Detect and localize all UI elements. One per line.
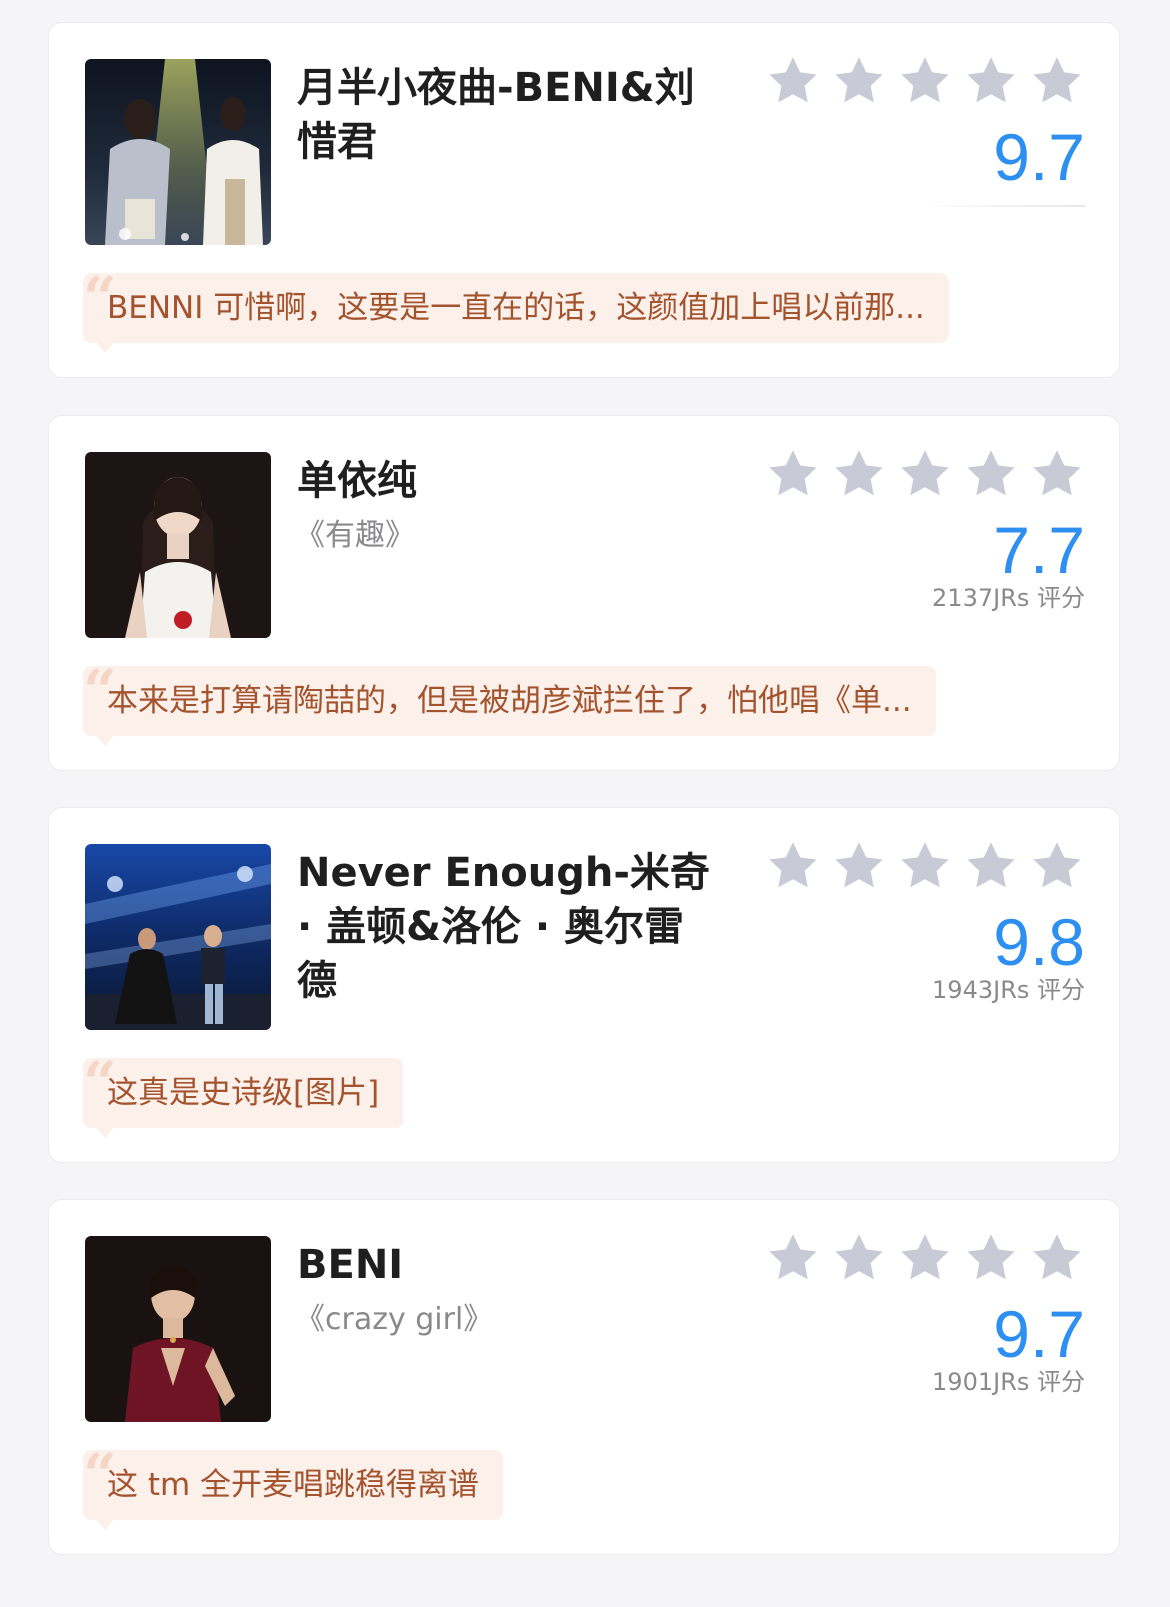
song-title: 《有趣》 [295, 518, 415, 553]
star-icon[interactable] [765, 838, 821, 894]
star-icon[interactable] [1029, 838, 1085, 894]
comment-tail [95, 341, 115, 353]
divider [915, 205, 1085, 207]
average-score: 9.7 [993, 120, 1085, 194]
comment-text: 这 tm 全开麦唱跳稳得离谱 [107, 1467, 480, 1503]
top-comment[interactable]: “ 这 tm 全开麦唱跳稳得离谱 [83, 1450, 504, 1520]
artist-name: 单依纯 [297, 458, 417, 504]
comment-text: BENNI 可惜啊，这要是一直在的话，这颜值加上唱以前那... [107, 290, 925, 326]
star-rating[interactable] [765, 446, 1085, 502]
star-icon[interactable] [831, 1230, 887, 1286]
average-score: 9.7 [993, 1297, 1085, 1371]
star-icon[interactable] [765, 446, 821, 502]
star-icon[interactable] [963, 53, 1019, 109]
rating-card[interactable]: 单依纯 《有趣》 7.7 2137JRs 评分 “ 本来是打算请陶喆的，但是被胡… [48, 415, 1120, 771]
performance-thumbnail[interactable] [85, 59, 271, 245]
rating-card[interactable]: BENI 《crazy girl》 9.7 1901JRs 评分 “ 这 tm … [48, 1199, 1120, 1555]
portrait-photo-icon [85, 1236, 271, 1422]
performance-thumbnail[interactable] [85, 452, 271, 638]
star-icon[interactable] [1029, 1230, 1085, 1286]
star-icon[interactable] [897, 1230, 953, 1286]
stage-photo-icon [85, 59, 271, 245]
rating-count: 1901JRs 评分 [932, 1368, 1085, 1396]
artist-name: BENI [297, 1242, 404, 1288]
star-icon[interactable] [897, 838, 953, 894]
top-comment[interactable]: “ 本来是打算请陶喆的，但是被胡彦斌拦住了，怕他唱《单... [83, 666, 936, 736]
song-title: 《crazy girl》 [295, 1302, 494, 1337]
star-icon[interactable] [897, 446, 953, 502]
comment-tail [95, 1518, 115, 1530]
rating-card[interactable]: Never Enough-米奇 · 盖顿&洛伦 · 奥尔雷德 9.8 1943J… [48, 807, 1120, 1163]
star-rating[interactable] [765, 838, 1085, 894]
star-icon[interactable] [963, 838, 1019, 894]
comment-tail [95, 1126, 115, 1138]
star-icon[interactable] [1029, 446, 1085, 502]
rating-count: 2137JRs 评分 [932, 584, 1085, 612]
comment-text: 这真是史诗级[图片] [107, 1075, 380, 1111]
star-icon[interactable] [765, 53, 821, 109]
song-title: 月半小夜曲-BENI&刘惜君 [297, 65, 695, 165]
star-rating[interactable] [765, 1230, 1085, 1286]
star-icon[interactable] [831, 53, 887, 109]
top-comment[interactable]: “ 这真是史诗级[图片] [83, 1058, 404, 1128]
average-score: 9.8 [993, 905, 1085, 979]
star-icon[interactable] [1029, 53, 1085, 109]
comment-text: 本来是打算请陶喆的，但是被胡彦斌拦住了，怕他唱《单... [107, 683, 912, 719]
average-score: 7.7 [993, 513, 1085, 587]
star-icon[interactable] [765, 1230, 821, 1286]
performance-thumbnail[interactable] [85, 1236, 271, 1422]
rating-card[interactable]: 月半小夜曲-BENI&刘惜君 9.7 “ BENNI 可惜啊，这要是一直在的话，… [48, 22, 1120, 378]
rating-count: 1943JRs 评分 [932, 976, 1085, 1004]
star-icon[interactable] [963, 1230, 1019, 1286]
star-icon[interactable] [963, 446, 1019, 502]
stage-photo-icon [85, 844, 271, 1030]
top-comment[interactable]: “ BENNI 可惜啊，这要是一直在的话，这颜值加上唱以前那... [83, 273, 949, 343]
star-icon[interactable] [897, 53, 953, 109]
performance-thumbnail[interactable] [85, 844, 271, 1030]
star-icon[interactable] [831, 838, 887, 894]
portrait-photo-icon [85, 452, 271, 638]
star-icon[interactable] [831, 446, 887, 502]
comment-tail [95, 734, 115, 746]
song-title: Never Enough-米奇 · 盖顿&洛伦 · 奥尔雷德 [297, 850, 710, 1004]
star-rating[interactable] [765, 53, 1085, 109]
